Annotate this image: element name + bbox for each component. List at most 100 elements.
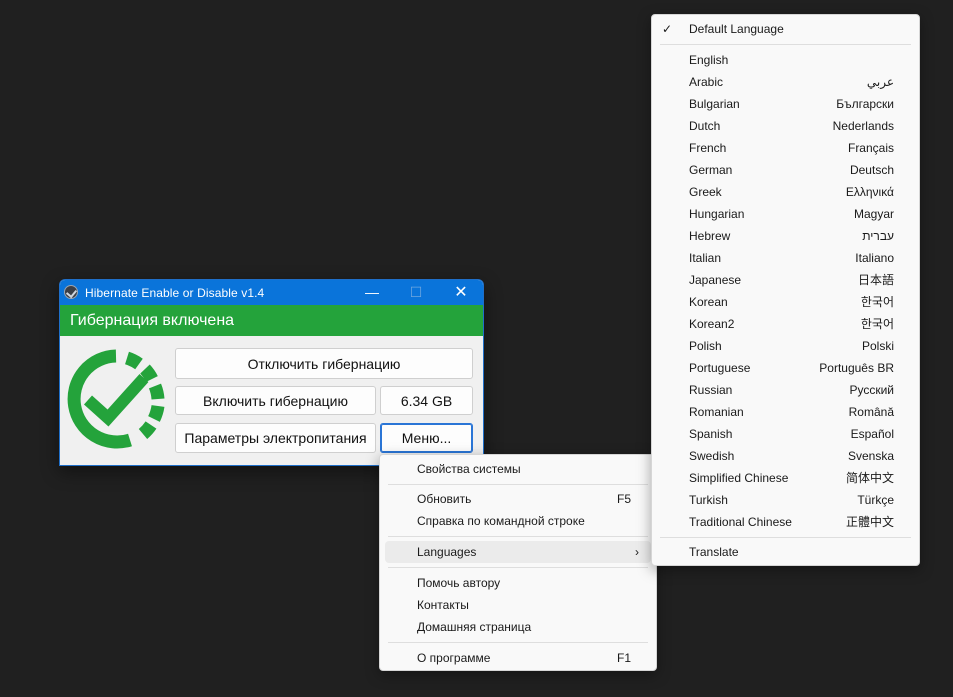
menu-divider	[388, 484, 648, 485]
language-name: Polish	[689, 339, 722, 353]
language-item[interactable]: Swedish Svenska	[652, 445, 919, 467]
power-options-button[interactable]: Параметры электропитания	[175, 423, 376, 453]
language-native-name: Polski	[861, 339, 894, 353]
window-title: Hibernate Enable or Disable v1.4	[85, 286, 265, 300]
language-name: Arabic	[689, 75, 724, 89]
language-name: Hebrew	[689, 229, 731, 243]
chevron-right-icon: ›	[635, 545, 639, 559]
language-native-name: Română	[848, 405, 894, 419]
language-name: Swedish	[689, 449, 735, 463]
language-item[interactable]: Korean2 한국어	[652, 313, 919, 335]
language-native-name: عربي	[866, 75, 894, 89]
disable-hibernation-button[interactable]: Отключить гибернацию	[175, 348, 473, 379]
language-name: Japanese	[689, 273, 742, 287]
language-name: Korean2	[689, 317, 735, 331]
language-native-name: Türkçe	[857, 493, 894, 507]
title-bar[interactable]: Hibernate Enable or Disable v1.4 — ☐ ✕	[60, 280, 483, 305]
language-item[interactable]: Romanian Română	[652, 401, 919, 423]
language-item[interactable]: Russian Русский	[652, 379, 919, 401]
language-item[interactable]: Hebrew עברית	[652, 225, 919, 247]
language-name: Portuguese	[689, 361, 751, 375]
language-item-default[interactable]: ✓ Default Language	[652, 18, 919, 40]
language-native-name: Ελληνικά	[845, 185, 894, 199]
status-banner: Гибернация включена	[60, 305, 483, 336]
menu-button[interactable]: Меню...	[380, 423, 473, 453]
language-item[interactable]: Dutch Nederlands	[652, 115, 919, 137]
language-item[interactable]: Portuguese Português BR	[652, 357, 919, 379]
language-name: Korean	[689, 295, 728, 309]
language-name: Simplified Chinese	[689, 471, 789, 485]
language-name: Hungarian	[689, 207, 745, 221]
language-native-name: 한국어	[860, 295, 894, 309]
language-native-name: 简体中文	[845, 471, 894, 485]
language-name: Greek	[689, 185, 722, 199]
language-name: Turkish	[689, 493, 728, 507]
enable-hibernation-button[interactable]: Включить гибернацию	[175, 386, 376, 415]
app-window: Hibernate Enable or Disable v1.4 — ☐ ✕ Г…	[59, 279, 484, 466]
language-native-name: Español	[850, 427, 894, 441]
language-native-name: Français	[847, 141, 894, 155]
language-item[interactable]: English	[652, 49, 919, 71]
menu-item-about[interactable]: О программе F1	[380, 647, 656, 669]
maximize-button[interactable]: ☐	[394, 280, 438, 305]
language-native-name: 한국어	[860, 317, 894, 331]
hibernate-check-icon	[67, 349, 165, 449]
language-name: French	[689, 141, 727, 155]
language-native-name: Português BR	[819, 361, 894, 375]
language-item[interactable]: Korean 한국어	[652, 291, 919, 313]
language-native-name: 日本語	[857, 273, 894, 287]
language-native-name: Deutsch	[849, 163, 894, 177]
languages-menu: ✓ Default Language English Arabic عربي Bulg…	[651, 14, 920, 566]
language-item[interactable]: Bulgarian Български	[652, 93, 919, 115]
language-name: German	[689, 163, 733, 177]
language-name: English	[689, 53, 729, 67]
language-item[interactable]: Hungarian Magyar	[652, 203, 919, 225]
menu-divider	[660, 537, 911, 538]
menu-divider	[388, 642, 648, 643]
about-shortcut: F1	[616, 651, 631, 665]
menu-item-contacts[interactable]: Контакты	[380, 594, 656, 616]
menu-divider	[388, 567, 648, 568]
language-item[interactable]: Spanish Español	[652, 423, 919, 445]
menu-divider	[388, 536, 648, 537]
language-name: Dutch	[689, 119, 721, 133]
language-item[interactable]: Arabic عربي	[652, 71, 919, 93]
language-native-name: Български	[836, 97, 894, 111]
language-item[interactable]: Simplified Chinese 简体中文	[652, 467, 919, 489]
language-name: Bulgarian	[689, 97, 740, 111]
language-name: Traditional Chinese	[689, 515, 792, 529]
language-native-name: Svenska	[847, 449, 894, 463]
language-native-name: Magyar	[853, 207, 894, 221]
menu-item-system-properties[interactable]: Свойства системы	[380, 458, 656, 480]
status-text: Гибернация включена	[70, 312, 235, 329]
language-item[interactable]: German Deutsch	[652, 159, 919, 181]
close-button[interactable]: ✕	[439, 280, 483, 305]
language-native-name: 正體中文	[845, 515, 894, 529]
language-item[interactable]: French Français	[652, 137, 919, 159]
language-native-name: עברית	[862, 229, 894, 243]
language-item[interactable]: Italian Italiano	[652, 247, 919, 269]
menu-divider	[660, 44, 911, 45]
window-body: Отключить гибернацию Включить гибернацию…	[60, 336, 483, 465]
checkmark-icon: ✓	[662, 22, 673, 36]
menu-item-translate[interactable]: Translate	[652, 541, 919, 563]
language-native-name: Nederlands	[832, 119, 894, 133]
language-item[interactable]: Turkish Türkçe	[652, 489, 919, 511]
refresh-shortcut: F5	[616, 492, 631, 506]
language-item[interactable]: Japanese 日本語	[652, 269, 919, 291]
menu-item-refresh[interactable]: Обновить F5	[380, 488, 656, 510]
language-name: Russian	[689, 383, 733, 397]
context-menu: Свойства системы Обновить F5 Справка по …	[379, 454, 657, 671]
language-name: Romanian	[689, 405, 744, 419]
language-item[interactable]: Polish Polski	[652, 335, 919, 357]
language-name: Spanish	[689, 427, 733, 441]
language-item[interactable]: Greek Ελληνικά	[652, 181, 919, 203]
menu-item-languages[interactable]: Languages ›	[385, 541, 651, 563]
menu-item-donate[interactable]: Помочь автору	[380, 572, 656, 594]
menu-item-cmdline-help[interactable]: Справка по командной строке	[380, 510, 656, 532]
language-native-name: Italiano	[855, 251, 894, 265]
menu-item-homepage[interactable]: Домашняя страница	[380, 616, 656, 638]
hiberfile-size-button[interactable]: 6.34 GB	[380, 386, 473, 415]
language-item[interactable]: Traditional Chinese 正體中文	[652, 511, 919, 533]
minimize-button[interactable]: —	[350, 280, 394, 305]
